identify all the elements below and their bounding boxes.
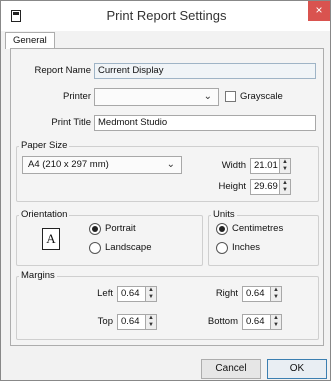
- report-name-field[interactable]: Current Display: [94, 63, 316, 79]
- tab-general[interactable]: General: [5, 32, 55, 49]
- margin-bottom-value: 0.64: [246, 316, 265, 327]
- print-title-label: Print Title: [51, 117, 91, 128]
- title-bar[interactable]: Print Report Settings ×: [1, 1, 330, 31]
- inches-label: Inches: [232, 242, 260, 253]
- spin-arrows-icon[interactable]: ▲ ▼: [145, 315, 156, 329]
- margin-bottom-stepper[interactable]: 0.64 ▲ ▼: [242, 314, 282, 330]
- paper-size-select[interactable]: A4 (210 x 297 mm) ⌄: [22, 156, 182, 174]
- paper-size-value: A4 (210 x 297 mm): [28, 159, 109, 170]
- orientation-group-label: Orientation: [19, 209, 70, 221]
- cancel-button[interactable]: Cancel: [201, 359, 261, 379]
- margin-right-stepper[interactable]: 0.64 ▲ ▼: [242, 286, 282, 302]
- width-value: 21.01: [254, 160, 278, 171]
- print-title-field[interactable]: Medmont Studio: [94, 115, 316, 131]
- width-label: Width: [221, 160, 246, 171]
- spin-arrows-icon[interactable]: ▲ ▼: [145, 287, 156, 301]
- spin-arrows-icon[interactable]: ▲ ▼: [270, 287, 281, 301]
- chevron-down-icon: ⌄: [203, 91, 212, 102]
- width-stepper[interactable]: 21.01 ▲ ▼: [250, 158, 291, 174]
- paper-size-group-label: Paper Size: [19, 140, 70, 152]
- margin-top-stepper[interactable]: 0.64 ▲ ▼: [117, 314, 157, 330]
- landscape-label: Landscape: [105, 242, 152, 253]
- margin-left-label: Left: [97, 288, 113, 299]
- centimetres-label: Centimetres: [232, 223, 284, 234]
- margin-left-value: 0.64: [121, 288, 140, 299]
- portrait-page-icon: A: [42, 228, 60, 250]
- spin-arrows-icon[interactable]: ▲ ▼: [270, 315, 281, 329]
- inches-radio[interactable]: [216, 242, 228, 254]
- report-name-label: Report Name: [34, 65, 92, 76]
- margin-right-label: Right: [215, 288, 238, 299]
- close-button[interactable]: ×: [308, 1, 330, 21]
- landscape-radio[interactable]: [89, 242, 101, 254]
- margin-bottom-label: Bottom: [207, 316, 238, 327]
- margin-top-label: Top: [97, 316, 113, 327]
- units-group-label: Units: [211, 209, 237, 221]
- margin-right-value: 0.64: [246, 288, 265, 299]
- height-stepper[interactable]: 29.69 ▲ ▼: [250, 179, 291, 195]
- margins-group-label: Margins: [19, 270, 57, 282]
- portrait-label: Portrait: [105, 223, 136, 234]
- grayscale-label: Grayscale: [240, 91, 283, 102]
- spin-arrows-icon[interactable]: ▲ ▼: [279, 180, 290, 194]
- centimetres-radio[interactable]: [216, 223, 228, 235]
- height-value: 29.69: [254, 181, 278, 192]
- portrait-radio[interactable]: [89, 223, 101, 235]
- window-title: Print Report Settings: [106, 8, 227, 23]
- margin-top-value: 0.64: [121, 316, 140, 327]
- printer-select[interactable]: ⌄: [94, 88, 219, 106]
- spin-arrows-icon[interactable]: ▲ ▼: [279, 159, 290, 173]
- height-label: Height: [218, 181, 246, 192]
- chevron-down-icon: ⌄: [166, 159, 175, 170]
- ok-button[interactable]: OK: [267, 359, 327, 379]
- margin-left-stepper[interactable]: 0.64 ▲ ▼: [117, 286, 157, 302]
- printer-label: Printer: [63, 91, 91, 102]
- grayscale-checkbox[interactable]: [225, 91, 236, 102]
- dialog-window: Print Report Settings × General Report N…: [0, 0, 331, 381]
